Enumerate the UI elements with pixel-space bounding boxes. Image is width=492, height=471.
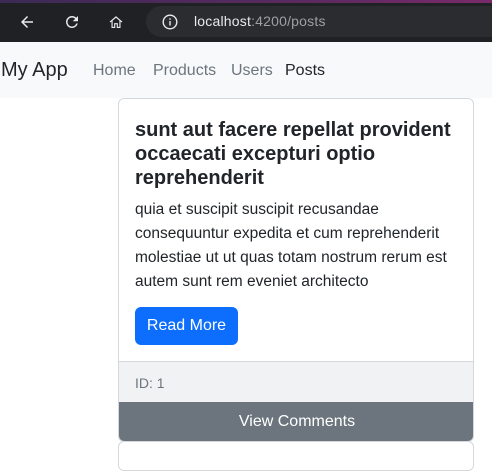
nav-link-posts[interactable]: Posts	[285, 62, 325, 80]
card-footer: ID: 1	[119, 361, 473, 402]
next-post-card	[118, 441, 474, 471]
url-text: localhost:4200/posts	[194, 13, 326, 29]
url-host: localhost	[194, 13, 252, 29]
brand-logo[interactable]: My App	[1, 59, 68, 82]
info-icon[interactable]	[162, 14, 178, 30]
post-title: sunt aut facere repellat provident occae…	[135, 119, 451, 189]
url-path: :4200/posts	[251, 13, 326, 29]
post-body: quia et suscipit suscipit recusandae con…	[135, 201, 447, 290]
read-more-button[interactable]: Read More	[135, 307, 238, 345]
reload-icon[interactable]	[59, 9, 85, 35]
nav-link-products[interactable]: Products	[153, 62, 216, 80]
view-comments-button[interactable]: View Comments	[119, 402, 473, 441]
address-bar[interactable]: localhost:4200/posts	[146, 6, 492, 37]
post-id: ID: 1	[135, 375, 165, 391]
app-navbar: My App Home Products Users Posts	[0, 42, 492, 98]
browser-toolbar: localhost:4200/posts	[0, 0, 492, 42]
back-arrow-icon[interactable]	[14, 9, 40, 35]
nav-link-users[interactable]: Users	[231, 62, 273, 80]
post-card: sunt aut facere repellat provident occae…	[118, 98, 474, 442]
nav-link-home[interactable]: Home	[93, 62, 136, 80]
home-icon[interactable]	[103, 9, 129, 35]
